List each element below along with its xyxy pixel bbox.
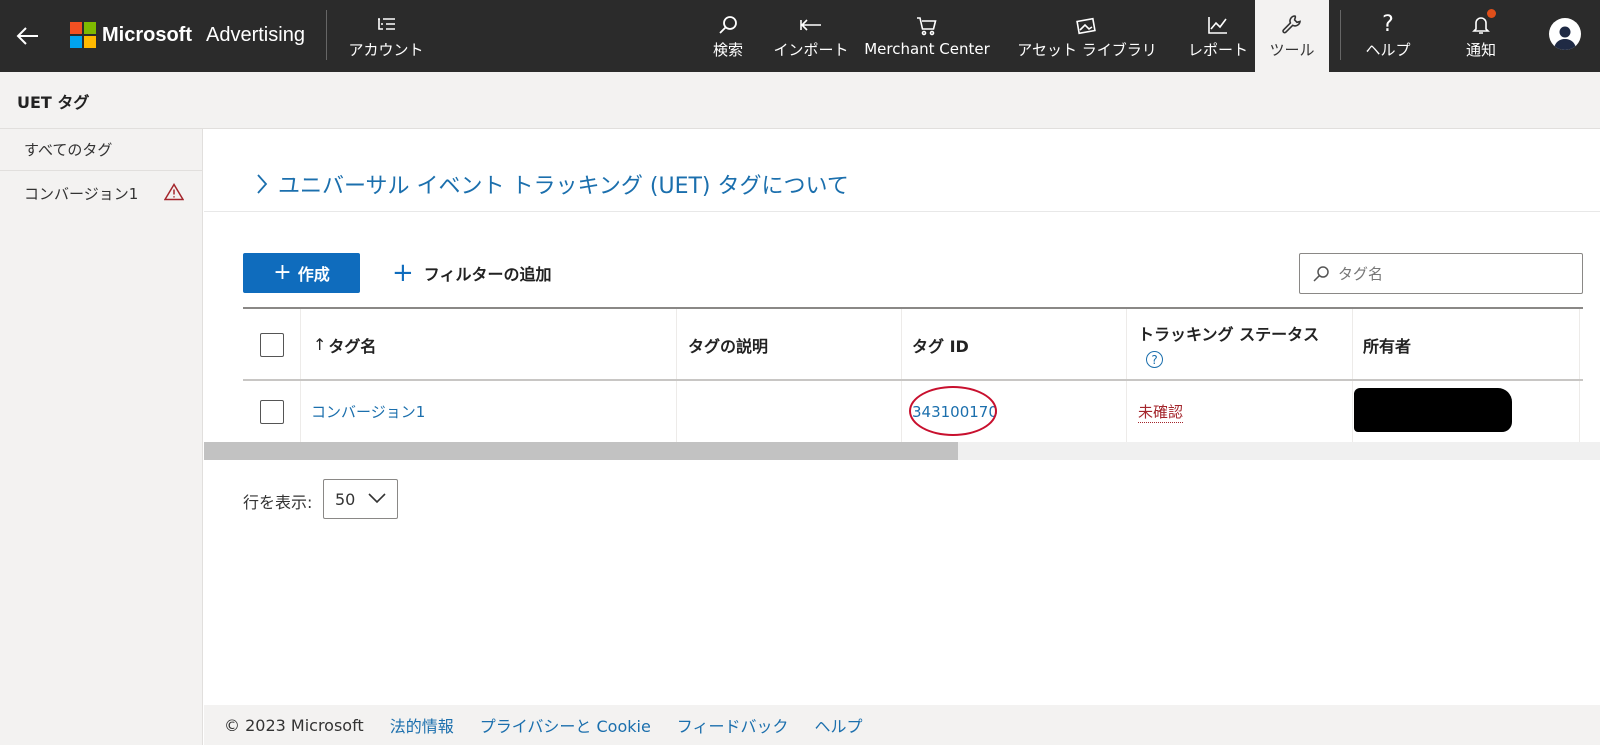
nav-notifications-label: 通知 bbox=[1465, 40, 1496, 59]
back-button[interactable] bbox=[10, 18, 46, 54]
nav-merchant-label: Merchant Center bbox=[864, 40, 990, 58]
nav-tools[interactable]: ツール bbox=[1255, 0, 1329, 72]
plus-icon: + bbox=[392, 258, 414, 288]
annotation-circle bbox=[909, 386, 997, 436]
create-button-label: 作成 bbox=[297, 265, 330, 284]
header-tag-name-label: タグ名 bbox=[328, 336, 377, 356]
nav-assets-label: アセット ライブラリ bbox=[1017, 40, 1157, 59]
brand-company: Microsoft bbox=[102, 23, 192, 46]
user-silhouette-icon bbox=[1554, 26, 1576, 50]
chevron-down-icon bbox=[368, 493, 386, 504]
wrench-icon bbox=[1281, 13, 1303, 37]
nav-account-label: アカウント bbox=[348, 40, 424, 59]
logo-tile-yellow bbox=[84, 36, 96, 48]
add-filter-label: フィルターの追加 bbox=[423, 265, 552, 284]
header-tag-id: タグ ID bbox=[902, 309, 1127, 380]
sort-ascending-icon: ↑ bbox=[313, 335, 327, 354]
logo-tile-blue bbox=[70, 36, 82, 48]
footer-link-help[interactable]: ヘルプ bbox=[814, 713, 862, 737]
sidebar: すべてのタグ コンバージョン1 bbox=[0, 129, 203, 745]
header-owner-label: 所有者 bbox=[1363, 336, 1412, 356]
logo-tile-red bbox=[70, 22, 82, 34]
nav-divider bbox=[1340, 10, 1341, 60]
nav-help[interactable]: ? ヘルプ bbox=[1356, 0, 1420, 72]
rows-per-page-select[interactable]: 50 bbox=[323, 479, 398, 519]
footer-link-privacy[interactable]: プライバシーと Cookie bbox=[480, 713, 651, 737]
arrow-left-icon bbox=[16, 27, 38, 45]
warning-icon bbox=[164, 183, 184, 201]
import-arrow-icon bbox=[799, 13, 823, 37]
add-filter-button[interactable]: + フィルターの追加 bbox=[392, 258, 551, 288]
nav-import-label: インポート bbox=[773, 40, 849, 59]
notification-badge bbox=[1487, 8, 1496, 18]
footer: © 2023 Microsoft 法的情報 プライバシーと Cookie フィー… bbox=[204, 705, 1600, 745]
bell-icon bbox=[1472, 8, 1496, 37]
nav-merchant-center[interactable]: Merchant Center bbox=[862, 0, 992, 72]
nav-tools-label: ツール bbox=[1269, 40, 1315, 59]
cart-icon bbox=[916, 14, 938, 38]
nav-divider bbox=[326, 10, 327, 60]
sidebar-item-label: すべてのタグ bbox=[24, 141, 113, 159]
sidebar-item-all-tags[interactable]: すべてのタグ bbox=[0, 129, 203, 171]
microsoft-advertising-logo[interactable]: Microsoft Advertising bbox=[70, 22, 305, 48]
footer-link-legal[interactable]: 法的情報 bbox=[390, 713, 454, 737]
asset-image-icon bbox=[1076, 13, 1098, 37]
nav-account[interactable]: アカウント bbox=[338, 0, 434, 72]
search-icon bbox=[1313, 265, 1329, 282]
sidebar-item-label: コンバージョン1 bbox=[24, 184, 139, 203]
about-section: ユニバーサル イベント トラッキング (UET) タグについて bbox=[204, 130, 1600, 212]
about-uet-link-label: ユニバーサル イベント トラッキング (UET) タグについて bbox=[278, 174, 849, 199]
nav-search[interactable]: 検索 bbox=[701, 0, 755, 72]
nav-help-label: ヘルプ bbox=[1365, 40, 1411, 59]
top-navigation-bar: Microsoft Advertising アカウント 検索 インポート Mer… bbox=[0, 0, 1600, 72]
header-id-label: タグ ID bbox=[912, 336, 969, 356]
copyright-text: © 2023 Microsoft bbox=[224, 715, 364, 735]
question-mark-icon: ? bbox=[1382, 12, 1394, 37]
header-owner: 所有者 bbox=[1353, 309, 1580, 380]
sidebar-item-conversion1[interactable]: コンバージョン1 bbox=[0, 172, 203, 214]
header-tracking-status: トラッキング ステータス ? bbox=[1127, 309, 1353, 380]
redaction-mark bbox=[1354, 388, 1512, 432]
page-header: UET タグ bbox=[0, 72, 1600, 129]
header-select-all bbox=[243, 309, 301, 380]
search-icon bbox=[718, 13, 738, 37]
about-uet-link[interactable]: ユニバーサル イベント トラッキング (UET) タグについて bbox=[256, 168, 849, 200]
create-button[interactable]: + 作成 bbox=[243, 253, 360, 293]
nav-notifications[interactable]: 通知 bbox=[1452, 0, 1510, 72]
logo-tile-green bbox=[84, 22, 96, 34]
table-cell-status: 未確認 bbox=[1127, 381, 1353, 442]
tag-search-box[interactable] bbox=[1299, 253, 1583, 294]
user-avatar[interactable] bbox=[1549, 18, 1581, 50]
header-tag-description: タグの説明 bbox=[677, 309, 902, 380]
table-cell-tag-name: コンバージョン1 bbox=[301, 381, 677, 442]
page-title: UET タグ bbox=[17, 93, 90, 112]
tag-search-input[interactable] bbox=[1338, 264, 1568, 283]
row-checkbox[interactable] bbox=[259, 399, 284, 424]
brand-product: Advertising bbox=[206, 23, 305, 46]
header-status-label: トラッキング ステータス bbox=[1138, 325, 1320, 344]
tracking-status-badge[interactable]: 未確認 bbox=[1138, 401, 1184, 423]
table-row-select bbox=[243, 381, 301, 442]
rows-per-page-label: 行を表示: bbox=[243, 493, 313, 512]
tag-name-link[interactable]: コンバージョン1 bbox=[311, 401, 425, 422]
account-list-icon bbox=[375, 13, 397, 37]
header-tag-name[interactable]: ↑ タグ名 bbox=[301, 309, 677, 380]
header-description-label: タグの説明 bbox=[688, 336, 769, 356]
horizontal-scrollbar[interactable] bbox=[204, 442, 1600, 460]
rows-per-page-value: 50 bbox=[335, 489, 356, 509]
nav-asset-library[interactable]: アセット ライブラリ bbox=[1003, 0, 1171, 72]
microsoft-logo-icon bbox=[70, 22, 96, 48]
chart-line-icon bbox=[1207, 13, 1229, 37]
help-icon[interactable]: ? bbox=[1146, 351, 1163, 368]
nav-import[interactable]: インポート bbox=[762, 0, 860, 72]
chevron-right-icon bbox=[257, 174, 268, 194]
nav-reports[interactable]: レポート bbox=[1186, 0, 1250, 72]
footer-link-feedback[interactable]: フィードバック bbox=[677, 713, 789, 737]
nav-search-label: 検索 bbox=[712, 40, 743, 59]
nav-reports-label: レポート bbox=[1187, 40, 1248, 59]
plus-icon: + bbox=[273, 260, 292, 285]
scrollbar-thumb[interactable] bbox=[204, 442, 958, 460]
table-cell-description bbox=[677, 381, 902, 442]
select-all-checkbox[interactable] bbox=[259, 332, 284, 357]
